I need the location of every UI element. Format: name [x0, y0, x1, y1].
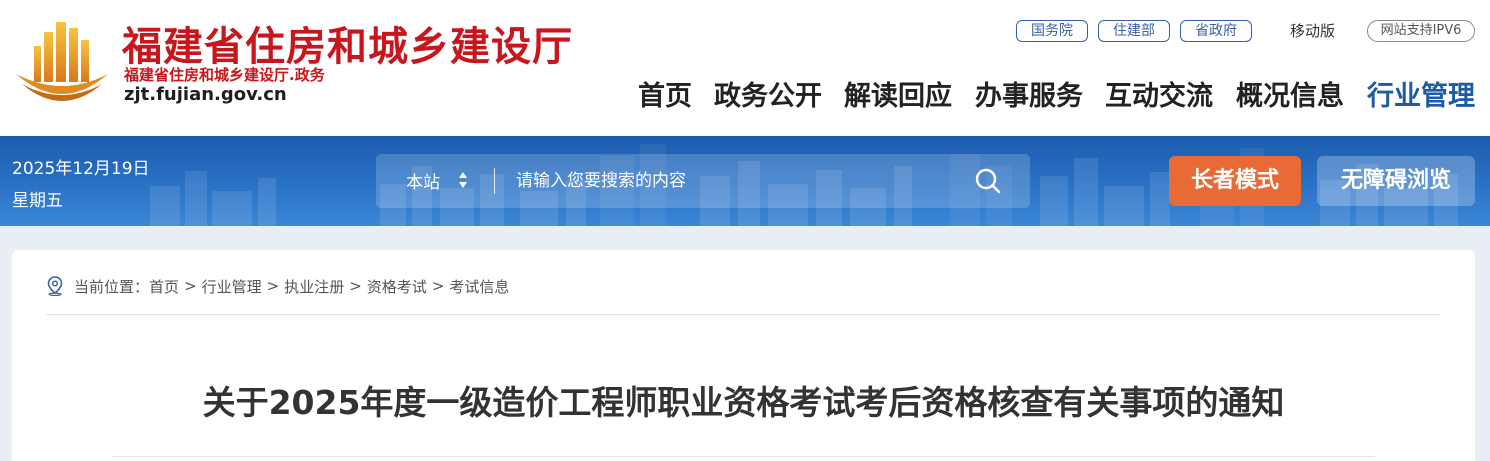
nav-home[interactable]: 首页 [638, 74, 692, 113]
breadcrumb-industry-management[interactable]: 行业管理 [202, 276, 262, 297]
breadcrumb-prefix: 当前位置： [74, 277, 150, 296]
breadcrumb-exam-info[interactable]: 考试信息 [449, 276, 509, 297]
mobile-version-link[interactable]: 移动版 [1290, 20, 1335, 42]
nav-government-affairs[interactable]: 政务公开 [714, 74, 822, 113]
ipv6-badge: 网站支持IPV6 [1367, 20, 1475, 42]
breadcrumb-separator: > [431, 277, 445, 295]
quick-link-shengzhengfu[interactable]: 省政府 [1180, 20, 1252, 42]
current-date: 2025年12月19日 [12, 159, 150, 179]
nav-overview[interactable]: 概况信息 [1236, 74, 1344, 113]
search-icon[interactable] [974, 167, 1002, 195]
title-divider [112, 456, 1375, 457]
quick-link-guowuyuan[interactable]: 国务院 [1016, 20, 1088, 42]
accessibility-button[interactable]: 无障碍浏览 [1317, 156, 1475, 206]
search-scope-select[interactable]: 本站 [406, 168, 440, 193]
search-divider [494, 168, 495, 194]
nav-interpretation[interactable]: 解读回应 [844, 74, 952, 113]
breadcrumb-qualification-exam[interactable]: 资格考试 [367, 276, 427, 297]
breadcrumb-separator: > [349, 277, 362, 295]
search-input[interactable] [516, 164, 956, 198]
search-bar: 本站 [376, 154, 1030, 208]
site-subtitle: 福建省住房和城乡建设厅.政务 [124, 66, 325, 84]
site-header: 福建省住房和城乡建设厅 福建省住房和城乡建设厅.政务 zjt.fujian.go… [0, 0, 1490, 136]
breadcrumb-separator: > [266, 277, 280, 295]
sort-arrows-icon[interactable] [458, 168, 468, 192]
breadcrumb-home[interactable]: 首页 [149, 276, 179, 297]
site-logo-icon[interactable] [14, 18, 110, 104]
breadcrumb-registration[interactable]: 执业注册 [284, 276, 344, 297]
nav-interaction[interactable]: 互动交流 [1105, 74, 1213, 113]
nav-industry-management[interactable]: 行业管理 [1367, 74, 1475, 113]
elder-mode-button[interactable]: 长者模式 [1169, 156, 1301, 206]
breadcrumb-divider [46, 314, 1440, 315]
site-domain: zjt.fujian.gov.cn [124, 84, 287, 105]
article-card: 当前位置： 首页 > 行业管理 > 执业注册 > 资格考试 > 考试信息 关于2… [12, 250, 1475, 461]
nav-services[interactable]: 办事服务 [975, 74, 1083, 113]
current-weekday: 星期五 [12, 191, 63, 211]
article-title: 关于2025年度一级造价工程师职业资格考试考后资格核查有关事项的通知 [202, 383, 1285, 422]
location-pin-icon [47, 276, 63, 296]
breadcrumb: 当前位置： 首页 > 行业管理 > 执业注册 > 资格考试 > 考试信息 [46, 276, 509, 296]
search-banner: 2025年12月19日 星期五 本站 长者模式 无障碍浏览 [0, 136, 1490, 226]
quick-link-zhujianbu[interactable]: 住建部 [1098, 20, 1170, 42]
breadcrumb-separator: > [184, 277, 197, 295]
